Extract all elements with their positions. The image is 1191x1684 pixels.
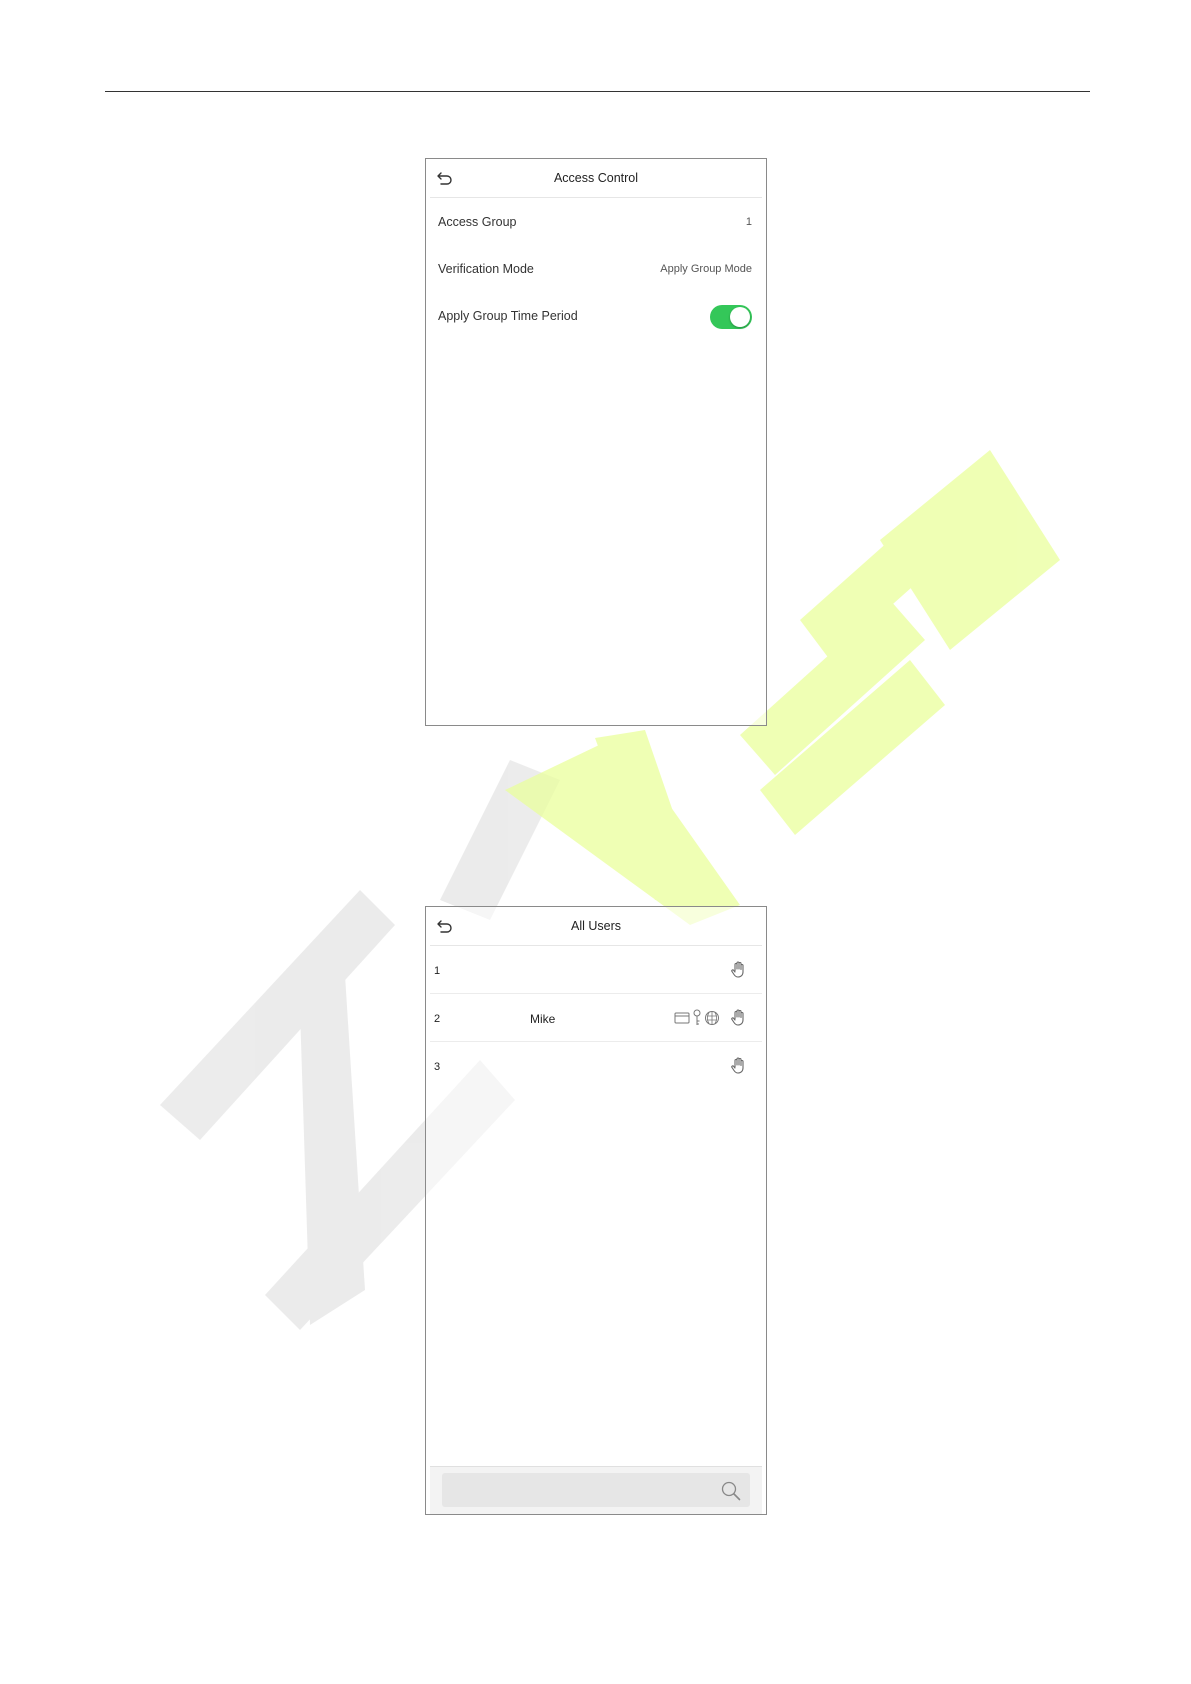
apply-group-time-period-toggle[interactable] [710,305,752,329]
credential-icons [674,1009,720,1027]
palm-icon [731,961,744,978]
user-row[interactable]: 2 Mike [430,994,762,1042]
setting-apply-group-time-period: Apply Group Time Period [430,292,762,339]
search-icon[interactable] [720,1480,742,1502]
user-row[interactable]: 3 [430,1042,762,1089]
titlebar: Access Control [430,159,762,198]
all-users-screen: All Users 1 2 Mike 3 [425,906,767,1515]
user-row[interactable]: 1 [430,946,762,994]
setting-label: Verification Mode [438,262,534,276]
search-bar [430,1466,762,1514]
setting-label: Apply Group Time Period [438,309,578,323]
user-id: 3 [434,1061,441,1073]
setting-label: Access Group [438,215,517,229]
toggle-knob [730,307,750,327]
palm-icon [731,1057,744,1074]
access-control-screen: Access Control Access Group 1 Verificati… [425,158,767,726]
screen-title: All Users [570,919,621,933]
user-list: 1 2 Mike 3 [426,946,766,1089]
card-icon [674,1012,690,1024]
setting-value: Apply Group Mode [660,263,752,275]
setting-value: 1 [745,216,752,228]
setting-verification-mode[interactable]: Verification Mode Apply Group Mode [430,245,762,292]
palm-icon [731,1009,744,1026]
screen-title: Access Control [553,171,639,185]
user-id: 1 [434,965,441,977]
titlebar: All Users [430,907,762,946]
page-header-rule [105,91,1090,92]
search-input[interactable] [442,1473,750,1507]
user-id: 2 [434,1013,441,1025]
password-key-icon [693,1009,701,1025]
setting-access-group[interactable]: Access Group 1 [430,198,762,245]
face-icon [705,1011,719,1025]
user-name: Mike [530,1012,556,1026]
